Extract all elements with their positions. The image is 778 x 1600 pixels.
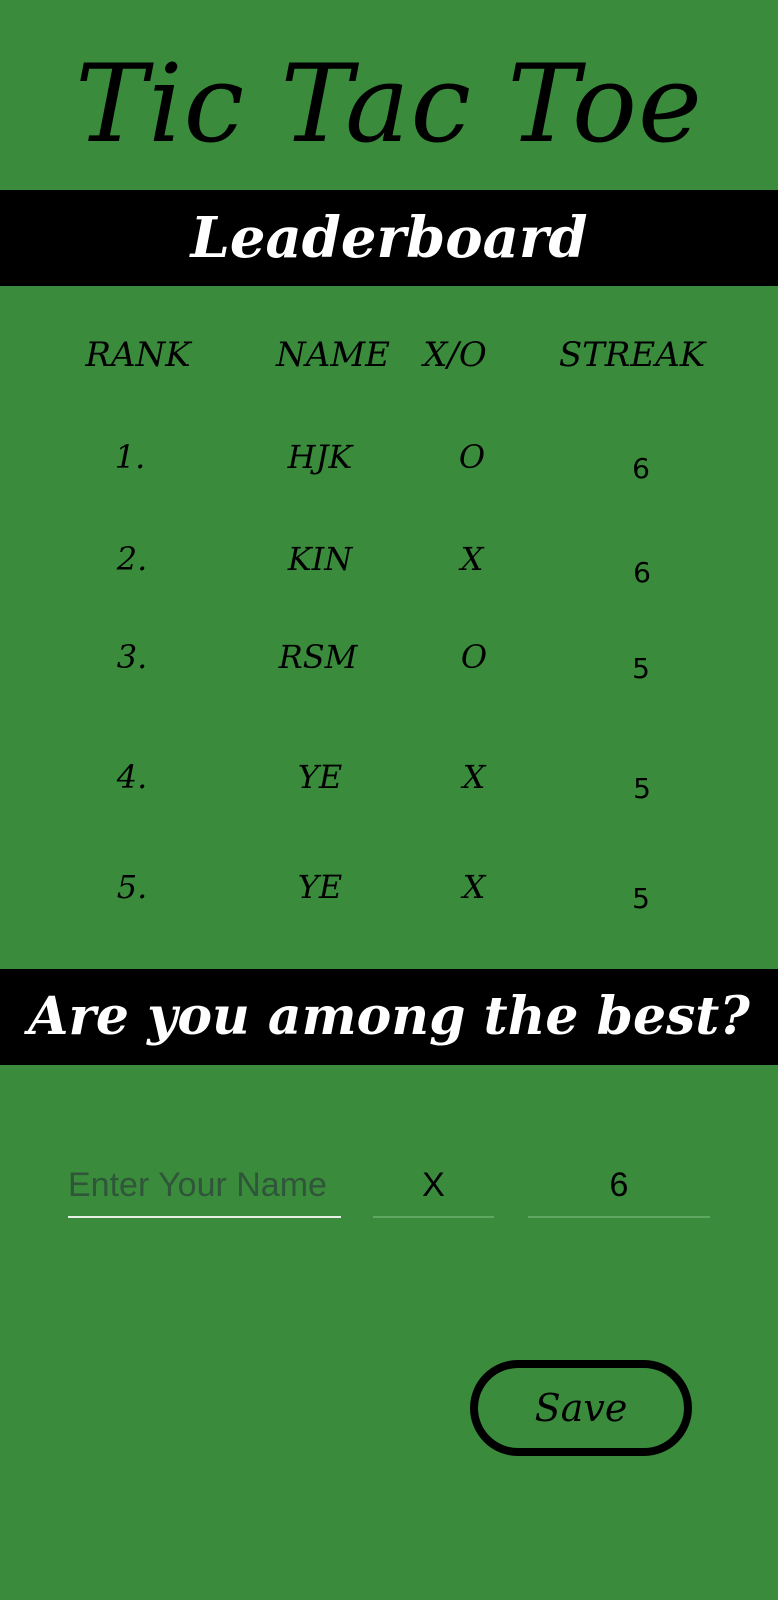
name-cell: HJK bbox=[287, 438, 353, 476]
rank-cell: 3. bbox=[116, 638, 148, 676]
name-cell: RSM bbox=[278, 638, 358, 676]
rank-cell: 4. bbox=[116, 758, 148, 796]
save-button[interactable]: Save bbox=[470, 1360, 692, 1456]
app-title: Tic Tac Toe bbox=[75, 42, 703, 167]
column-header-xo: X/O bbox=[423, 335, 487, 375]
rank-cell: 2. bbox=[116, 540, 148, 578]
xo-cell: O bbox=[458, 438, 486, 476]
xo-cell: X bbox=[462, 868, 486, 906]
name-input[interactable]: Enter Your Name bbox=[68, 1160, 341, 1218]
entry-heading: Are you among the best? bbox=[0, 969, 778, 1065]
streak-cell: 5 bbox=[632, 652, 650, 685]
rank-cell: 5. bbox=[116, 868, 148, 906]
name-cell: YE bbox=[297, 758, 343, 796]
streak-cell: 5 bbox=[633, 772, 651, 805]
column-header-streak: STREAK bbox=[558, 335, 706, 375]
xo-cell: X bbox=[462, 758, 486, 796]
streak-cell: 6 bbox=[632, 452, 650, 485]
name-cell: KIN bbox=[287, 540, 353, 578]
streak-field[interactable]: 6 bbox=[528, 1160, 710, 1218]
xo-field[interactable]: X bbox=[373, 1160, 494, 1218]
rank-cell: 1. bbox=[114, 438, 146, 476]
column-header-rank: RANK bbox=[85, 335, 191, 375]
streak-cell: 5 bbox=[632, 882, 650, 915]
xo-cell: O bbox=[460, 638, 488, 676]
column-header-name: NAME bbox=[276, 335, 390, 375]
streak-cell: 6 bbox=[633, 556, 651, 589]
leaderboard-heading: Leaderboard bbox=[0, 190, 778, 286]
name-cell: YE bbox=[297, 868, 343, 906]
xo-cell: X bbox=[460, 540, 484, 578]
